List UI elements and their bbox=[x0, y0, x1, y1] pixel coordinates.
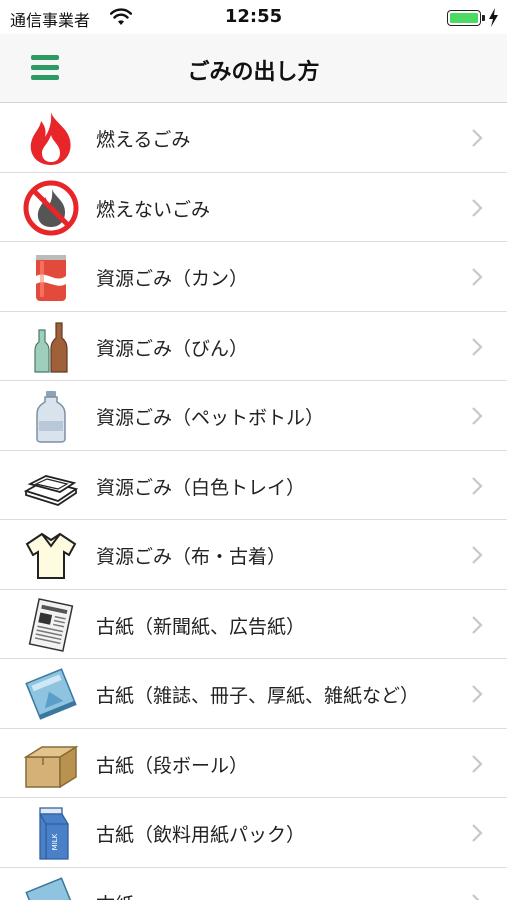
fire-icon bbox=[30, 112, 71, 165]
charging-icon bbox=[489, 8, 498, 27]
bottle-icon bbox=[34, 321, 68, 373]
list-item-label: 古紙（新聞紙、広告紙） bbox=[96, 615, 306, 638]
svg-text:MILK: MILK bbox=[51, 833, 59, 850]
status-bar: 通信事業者 12:55 bbox=[0, 0, 507, 34]
no-fire-icon bbox=[23, 180, 79, 235]
chevron-right-icon bbox=[472, 615, 483, 634]
shirt-icon bbox=[25, 532, 77, 579]
list-item-clothes[interactable]: 資源ごみ（布・古着） bbox=[0, 520, 507, 590]
chevron-right-icon bbox=[472, 198, 483, 217]
chevron-right-icon bbox=[472, 129, 483, 147]
chevron-right-icon bbox=[472, 476, 483, 495]
list-item-label: 資源ごみ（布・古着） bbox=[96, 546, 287, 568]
list-item-label: 古紙（飲料用紙パック） bbox=[96, 824, 306, 846]
page-title: ごみの出し方 bbox=[187, 60, 320, 85]
status-time: 12:55 bbox=[224, 6, 283, 27]
cardboard-box-icon bbox=[23, 745, 79, 788]
pet-bottle-icon bbox=[36, 391, 66, 443]
chevron-right-icon bbox=[472, 893, 481, 900]
list-item-newspaper[interactable]: 古紙（新聞紙、広告紙） bbox=[0, 590, 507, 659]
list-item-label: 資源ごみ（びん） bbox=[96, 337, 249, 360]
list-item-non-burnable[interactable]: 燃えないごみ bbox=[0, 173, 507, 242]
list-item-pet-bottle[interactable]: 資源ごみ（ペットボトル） bbox=[0, 381, 507, 451]
list-item-paper[interactable]: 古紙 bbox=[0, 868, 507, 900]
nav-bar: ごみの出し方 bbox=[0, 34, 507, 103]
list-item-label: 燃えるごみ bbox=[96, 129, 191, 151]
chevron-right-icon bbox=[472, 268, 483, 286]
list-item-tray[interactable]: 資源ごみ（白色トレイ） bbox=[0, 451, 507, 520]
tray-icon bbox=[23, 474, 79, 506]
list-item-label: 燃えないごみ bbox=[96, 198, 211, 221]
list-item-can[interactable]: 資源ごみ（カン） bbox=[0, 242, 507, 312]
list-item-bottle[interactable]: 資源ごみ（びん） bbox=[0, 312, 507, 381]
newspaper-icon bbox=[28, 597, 74, 652]
chevron-right-icon bbox=[472, 685, 483, 703]
garbage-category-list: 燃えるごみ 燃えないごみ 資源ごみ（カン） 資源ごみ（びん） 資源ごみ（ペットボ… bbox=[0, 103, 507, 900]
chevron-right-icon bbox=[472, 407, 483, 425]
chevron-right-icon bbox=[472, 824, 483, 842]
list-item-label: 古紙 bbox=[96, 890, 134, 900]
list-item-label: 資源ごみ（白色トレイ） bbox=[96, 476, 306, 499]
chevron-right-icon bbox=[472, 546, 483, 564]
chevron-right-icon bbox=[472, 337, 483, 356]
list-item-label: 古紙（段ボール） bbox=[96, 754, 249, 777]
milk-carton-icon: MILK bbox=[39, 807, 69, 860]
list-item-label: 古紙（雑誌、冊子、厚紙、雑紙など） bbox=[96, 685, 420, 707]
list-item-milk-carton[interactable]: MILK 古紙（飲料用紙パック） bbox=[0, 798, 507, 868]
list-item-cardboard[interactable]: 古紙（段ボール） bbox=[0, 729, 507, 798]
magazine-icon bbox=[25, 668, 77, 720]
chevron-right-icon bbox=[472, 754, 483, 773]
battery-icon bbox=[447, 10, 481, 26]
list-item-label: 資源ごみ（カン） bbox=[96, 268, 249, 290]
can-icon bbox=[36, 255, 66, 301]
list-item-magazine[interactable]: 古紙（雑誌、冊子、厚紙、雑紙など） bbox=[0, 659, 507, 729]
list-item-burnable[interactable]: 燃えるごみ bbox=[0, 103, 507, 173]
paper-icon bbox=[25, 876, 77, 900]
list-item-label: 資源ごみ（ペットボトル） bbox=[96, 407, 325, 429]
